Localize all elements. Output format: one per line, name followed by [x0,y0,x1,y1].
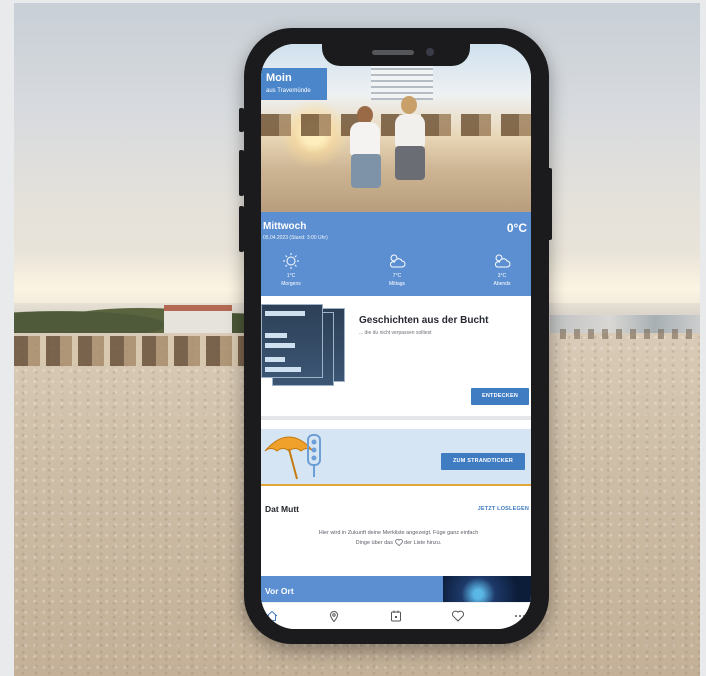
heart-icon [394,539,403,547]
weather-slot-temp: 1°C [286,273,296,279]
weather-slot-evening: 3°C Abends [472,252,531,288]
phone-speaker [372,50,414,55]
cloud-sun-icon [390,254,406,268]
beach-chairs [14,336,244,366]
tab-label-ort: Ort [266,623,273,628]
greeting-title: Moin [266,72,292,84]
beach-chairs-far [560,329,700,339]
merkliste-title: Dat Mutt [265,504,299,514]
weather-slot-temp: 7°C [392,273,402,279]
weather-slot-temp: 3°C [497,273,507,279]
weather-slot-label: Abends [493,281,511,287]
person-woman [387,96,433,194]
strandticker-banner[interactable]: ZUM STRANDTICKER [261,429,531,486]
power-button [547,168,552,240]
front-camera [426,48,434,56]
mute-switch [239,108,244,132]
sun-icon [283,253,299,269]
hotel-tower [371,64,433,100]
stories-card[interactable]: Geschichten aus der Bucht ... die du nic… [261,296,531,420]
app-screen: Moin aus Travemünde Mittwoch 05.04.2023 … [261,44,531,629]
weather-date: 05.04.2023 (Stand: 3:00 Uhr) [263,235,328,241]
bottom-tab-bar: Ort [261,602,531,629]
stories-title: Geschichten aus der Bucht [359,315,489,326]
vor-ort-section[interactable]: Vor Ort [261,576,531,602]
weather-current-temp: 0°C [506,221,527,235]
vor-ort-title: Vor Ort [265,586,294,596]
vor-ort-image [443,576,531,602]
weather-slot-morning: 1°C Morgens [261,252,321,288]
home-icon[interactable] [265,609,279,623]
volume-down-button [239,206,244,252]
greeting-subtitle: aus Travemünde [266,88,311,94]
person-man [341,106,389,196]
strandticker-button[interactable]: ZUM STRANDTICKER [441,453,525,470]
weather-widget[interactable]: Mittwoch 05.04.2023 (Stand: 3:00 Uhr) 0°… [261,212,531,296]
story-thumbnail [261,304,323,378]
hero-image: Moin aus Travemünde [261,44,531,212]
map-pin-icon[interactable] [327,609,341,623]
volume-up-button [239,150,244,196]
weather-slot-label: Mittags [388,281,406,287]
cloud-sun-icon [495,254,511,268]
merkliste-start-link[interactable]: JETZT LOSLEGEN [478,506,529,512]
heart-icon[interactable] [451,609,465,623]
merkliste-text: Hier wird in Zukunft deine Merkliste ang… [318,530,479,547]
greeting-box: Moin aus Travemünde [261,68,327,100]
weather-slot-noon: 7°C Mittags [367,252,427,288]
merkliste-section: Dat Mutt JETZT LOSLEGEN Hier wird in Zuk… [261,486,531,576]
stories-subtitle: ... die du nicht verpassen solltest [359,330,432,336]
weather-day: Mittwoch [263,221,307,232]
discover-button[interactable]: ENTDECKEN [471,388,529,405]
traffic-light-icon [307,434,321,477]
calendar-icon[interactable] [389,609,403,623]
more-icon[interactable] [513,609,527,623]
weather-slot-label: Morgens [281,281,301,287]
